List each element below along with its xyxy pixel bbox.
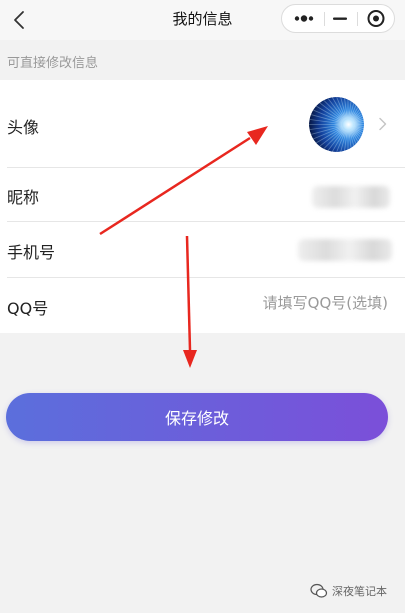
avatar-row[interactable]: 头像 [0, 80, 405, 168]
minimize-icon [333, 17, 347, 20]
back-button[interactable] [4, 4, 36, 36]
watermark-text: 深夜笔记本 [332, 585, 387, 598]
phone-label: 手机号 [7, 243, 56, 262]
profile-list: 头像 昵称 手机号 QQ号 请填写QQ号(选填) [0, 80, 405, 333]
chevron-left-icon [14, 11, 24, 29]
nickname-label: 昵称 [7, 188, 40, 207]
avatar[interactable] [309, 97, 364, 152]
section-hint: 可直接修改信息 [7, 56, 99, 71]
wechat-logo-icon [310, 583, 328, 598]
mini-program-capsule [281, 4, 395, 33]
nickname-value-redacted [312, 186, 390, 208]
avatar-label: 头像 [7, 118, 40, 137]
navigation-bar: 我的信息 [0, 0, 405, 40]
avatar-image [309, 97, 364, 152]
save-button[interactable]: 保存修改 [6, 393, 388, 441]
qq-input[interactable] [188, 294, 388, 312]
close-button[interactable] [358, 5, 394, 32]
more-button[interactable] [284, 5, 324, 32]
phone-row[interactable]: 手机号 [0, 222, 405, 278]
nickname-row[interactable]: 昵称 [0, 168, 405, 222]
watermark: 深夜笔记本 [310, 581, 387, 601]
chevron-right-icon [379, 117, 387, 131]
qq-row[interactable]: QQ号 [0, 278, 405, 333]
target-close-icon [367, 10, 385, 27]
more-dots-icon [294, 15, 314, 22]
qq-label: QQ号 [7, 299, 49, 318]
minimize-button[interactable] [324, 5, 356, 32]
phone-value-redacted [298, 239, 392, 261]
